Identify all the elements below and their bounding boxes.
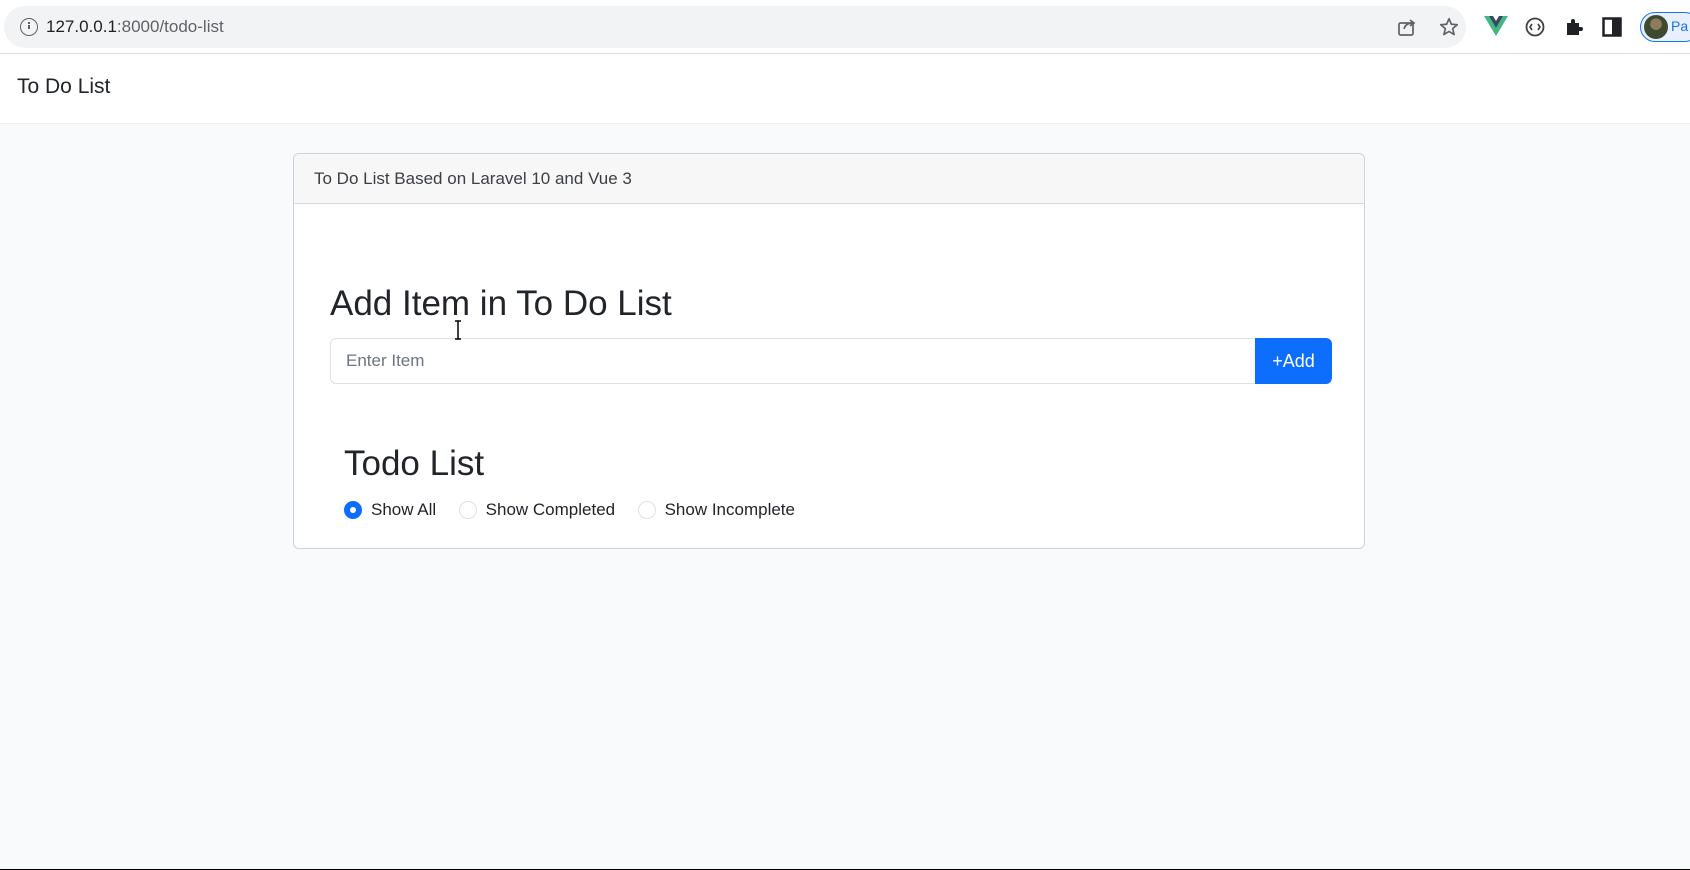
add-item-heading: Add Item in To Do List	[330, 284, 672, 323]
url-host: 127.0.0.1	[46, 17, 117, 36]
vue-devtools-icon[interactable]	[1484, 16, 1508, 36]
url-text[interactable]: 127.0.0.1:8000/todo-list	[46, 17, 224, 37]
filter-label: Show Incomplete	[664, 500, 795, 519]
radio-show-all[interactable]	[344, 501, 362, 519]
side-panel-icon[interactable]	[1602, 17, 1622, 37]
todo-list-heading: Todo List	[344, 444, 485, 483]
add-button[interactable]: +Add	[1255, 338, 1332, 384]
url-path: :8000/todo-list	[116, 17, 224, 36]
profile-chip[interactable]: Pa	[1640, 12, 1690, 42]
address-bar[interactable]: 127.0.0.1:8000/todo-list	[4, 6, 1466, 48]
filter-label: Show Completed	[485, 500, 616, 519]
info-icon[interactable]	[20, 18, 38, 36]
item-input[interactable]	[330, 338, 1255, 384]
avatar	[1644, 15, 1668, 39]
share-icon[interactable]	[1397, 17, 1417, 37]
star-icon[interactable]	[1438, 16, 1460, 38]
app-navbar: To Do List	[0, 54, 1690, 124]
add-item-input-group: +Add	[330, 338, 1332, 384]
filter-show-incomplete[interactable]: Show Incomplete	[637, 500, 795, 520]
filter-show-all[interactable]: Show All	[344, 500, 436, 520]
filter-group: Show All Show Completed Show Incomplete	[344, 500, 813, 524]
todo-card: To Do List Based on Laravel 10 and Vue 3…	[293, 153, 1365, 549]
profile-label: Pa	[1671, 18, 1689, 34]
text-cursor-icon	[455, 320, 461, 340]
filter-label: Show All	[371, 500, 437, 519]
filter-show-completed[interactable]: Show Completed	[458, 500, 616, 520]
browser-toolbar: 127.0.0.1:8000/todo-list Pa	[0, 0, 1690, 54]
radio-show-completed[interactable]	[458, 501, 477, 519]
puzzle-icon[interactable]	[1563, 16, 1585, 38]
card-header: To Do List Based on Laravel 10 and Vue 3	[294, 154, 1364, 204]
radio-show-incomplete[interactable]	[637, 501, 656, 519]
navbar-brand[interactable]: To Do List	[17, 75, 110, 99]
extension-icon[interactable]	[1524, 16, 1546, 38]
